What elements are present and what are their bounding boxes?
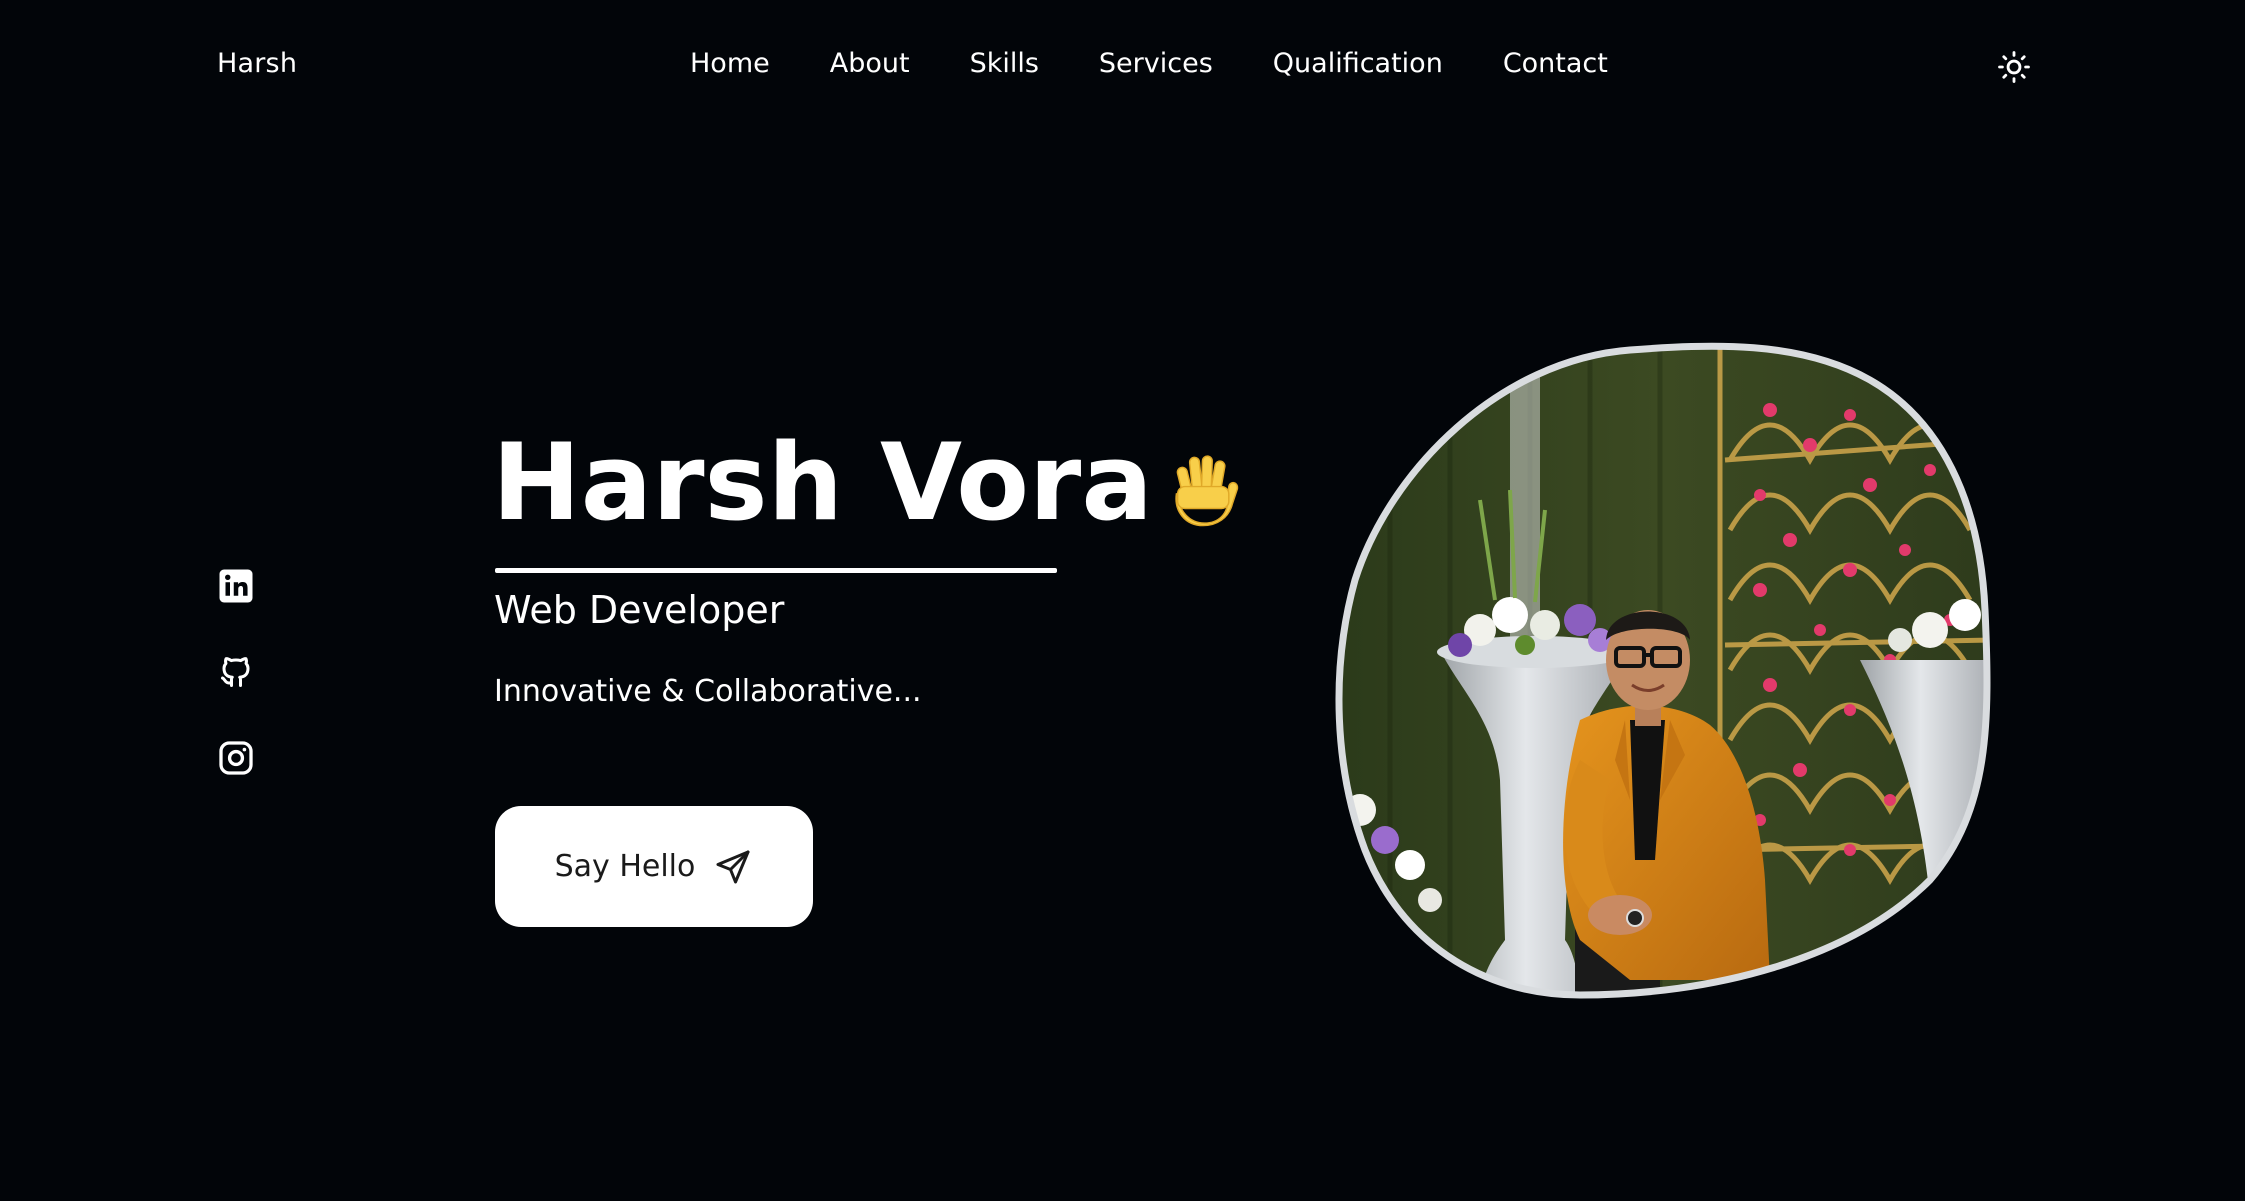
sun-icon — [1998, 51, 2030, 83]
theme-toggle-button[interactable] — [1997, 50, 2031, 84]
waving-hand-icon — [1175, 455, 1238, 527]
linkedin-link[interactable] — [218, 568, 254, 604]
nav-qualification[interactable]: Qualification — [1273, 48, 1443, 79]
nav-services[interactable]: Services — [1099, 48, 1213, 79]
profile-photo — [1335, 342, 1991, 999]
logo[interactable]: Harsh — [217, 48, 297, 79]
say-hello-label: Say Hello — [554, 849, 696, 884]
instagram-link[interactable] — [218, 740, 254, 776]
hero-tagline: Innovative & Collaborative... — [494, 674, 922, 709]
nav-about[interactable]: About — [830, 48, 910, 79]
profile-image — [1330, 340, 1995, 1005]
hero-title: Harsh Vora — [492, 430, 1241, 536]
title-underline — [495, 568, 1057, 573]
nav-contact[interactable]: Contact — [1503, 48, 1608, 79]
hero-role: Web Developer — [494, 588, 785, 632]
linkedin-icon — [219, 569, 253, 603]
github-link[interactable] — [218, 654, 254, 690]
instagram-icon — [219, 741, 253, 775]
send-icon — [716, 850, 750, 883]
say-hello-button[interactable]: Say Hello — [495, 806, 813, 927]
nav-skills[interactable]: Skills — [970, 48, 1039, 79]
page: Harsh Home About Skills Services Qualifi… — [0, 0, 2245, 1201]
github-icon — [221, 657, 250, 687]
main-nav: Home About Skills Services Qualification… — [690, 48, 1608, 79]
social-links — [218, 568, 254, 776]
hero-name: Harsh Vora — [492, 421, 1153, 544]
nav-home[interactable]: Home — [690, 48, 770, 79]
header: Harsh Home About Skills Services Qualifi… — [0, 0, 2245, 136]
